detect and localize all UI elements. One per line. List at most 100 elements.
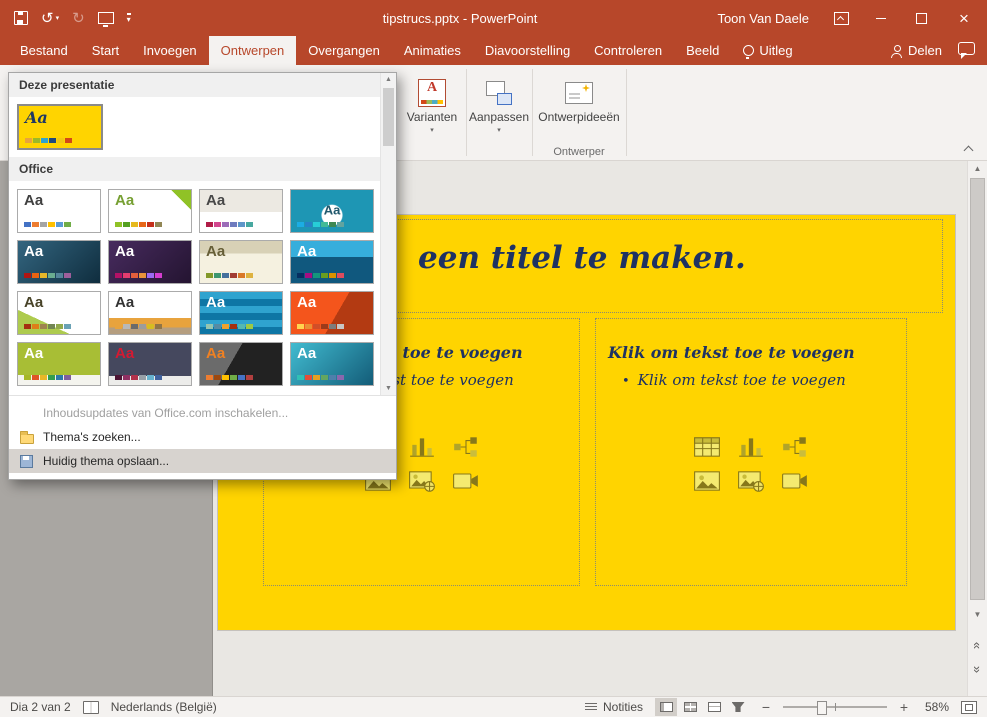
smartart-icon[interactable] xyxy=(452,435,480,459)
tab-uitleg[interactable]: Uitleg xyxy=(731,36,804,65)
scrollbar-thumb[interactable] xyxy=(970,178,985,600)
tab-controleren[interactable]: Controleren xyxy=(582,36,674,65)
menu-item-label: Huidig thema opslaan... xyxy=(43,454,170,468)
customize-qat-button[interactable]: ▾ xyxy=(123,11,135,26)
theme-thumbnail[interactable]: Aa xyxy=(108,342,192,386)
window-title: tipstrucs.pptx - PowerPoint xyxy=(382,10,538,26)
theme-thumbnail[interactable]: Aa xyxy=(17,342,101,386)
theme-thumbnail[interactable]: Aa xyxy=(290,240,374,284)
start-slideshow-button[interactable] xyxy=(94,10,118,27)
tab-label: Animaties xyxy=(403,43,461,58)
content-placeholder-right[interactable]: Klik om tekst toe te voegen • Klik om te… xyxy=(595,318,907,586)
theme-thumbnail[interactable]: Aa xyxy=(17,189,101,233)
account-name[interactable]: Toon Van Daele xyxy=(717,11,809,26)
slideshow-button[interactable] xyxy=(727,698,749,716)
zoom-out-button[interactable]: − xyxy=(761,700,771,714)
reading-view-button[interactable] xyxy=(703,698,725,716)
chart-icon[interactable] xyxy=(408,435,436,459)
zoom-slider[interactable] xyxy=(783,700,887,715)
tab-label: Invoegen xyxy=(143,43,197,58)
panel-scrollbar[interactable]: ▲ ▼ xyxy=(380,73,396,395)
ribbon-display-options-button[interactable] xyxy=(821,0,861,36)
collapse-ribbon-button[interactable] xyxy=(959,140,977,156)
tab-bestand[interactable]: Bestand xyxy=(8,36,80,65)
online-picture-icon[interactable] xyxy=(737,469,765,493)
scroll-up-icon[interactable]: ▲ xyxy=(968,164,987,173)
person-icon xyxy=(890,44,902,58)
variants-icon: A xyxy=(418,79,446,107)
theme-color-swatches xyxy=(115,324,162,329)
comment-bubble-icon xyxy=(958,41,975,59)
scroll-down-icon[interactable]: ▼ xyxy=(381,385,396,392)
menu-item-content-updates[interactable]: Inhoudsupdates van Office.com inschakele… xyxy=(9,401,396,425)
scroll-up-icon[interactable]: ▲ xyxy=(381,76,396,83)
current-theme-container: Aa xyxy=(9,97,381,157)
language-indicator[interactable]: Nederlands (België) xyxy=(111,700,217,714)
zoom-in-button[interactable]: + xyxy=(899,700,909,714)
design-ideas-button[interactable]: Ontwerpideeën xyxy=(536,70,622,155)
theme-thumbnail[interactable]: Aa xyxy=(108,291,192,335)
tab-animaties[interactable]: Animaties xyxy=(392,36,473,65)
customize-button[interactable]: Aanpassen ▾ xyxy=(469,70,529,155)
tab-ontwerpen[interactable]: Ontwerpen xyxy=(208,36,297,65)
zoom-percent[interactable]: 58% xyxy=(921,700,949,714)
theme-thumbnail[interactable]: Aa xyxy=(108,189,192,233)
video-icon[interactable] xyxy=(781,469,809,493)
bullet-text: Klik om tekst toe te voegen xyxy=(637,371,846,389)
theme-thumbnail[interactable]: Aa xyxy=(199,291,283,335)
tab-overgangen[interactable]: Overgangen xyxy=(296,36,392,65)
tab-invoegen[interactable]: Invoegen xyxy=(131,36,209,65)
theme-thumbnail[interactable]: Aa xyxy=(17,104,103,150)
comments-button[interactable] xyxy=(958,41,975,60)
normal-view-button[interactable] xyxy=(655,698,677,716)
previous-slide-button[interactable]: « xyxy=(968,637,987,655)
theme-thumbnail[interactable]: Aa xyxy=(290,189,374,233)
slideshow-monitor-icon xyxy=(97,12,114,27)
theme-thumbnail[interactable]: Aa xyxy=(199,342,283,386)
share-button[interactable]: Delen xyxy=(890,43,942,58)
menu-item-save-current-theme[interactable]: Huidig thema opslaan... xyxy=(9,449,396,473)
close-button[interactable]: × xyxy=(941,0,987,36)
vertical-scrollbar[interactable]: ▲ ▼ « » xyxy=(967,160,987,697)
spell-check-icon[interactable] xyxy=(82,700,99,714)
table-icon[interactable] xyxy=(693,435,721,459)
slide-indicator[interactable]: Dia 2 van 2 xyxy=(10,700,71,714)
placeholder-prompt: Klik om tekst toe te voegen xyxy=(608,343,855,362)
theme-thumbnail[interactable]: Aa xyxy=(199,240,283,284)
tab-diavoorstelling[interactable]: Diavoorstelling xyxy=(473,36,582,65)
minimize-button[interactable] xyxy=(861,0,901,36)
tab-strip: Bestand Start Invoegen Ontwerpen Overgangen A… xyxy=(0,36,805,65)
zoom-slider-thumb[interactable] xyxy=(817,701,827,715)
video-icon[interactable] xyxy=(452,469,480,493)
theme-color-swatches xyxy=(297,222,344,227)
slide-sorter-button[interactable] xyxy=(679,698,701,716)
menu-item-browse-themes[interactable]: Thema's zoeken... xyxy=(9,425,396,449)
theme-thumbnail[interactable]: Aa xyxy=(290,342,374,386)
theme-thumbnail[interactable]: Aa xyxy=(17,240,101,284)
theme-thumbnail[interactable]: Aa xyxy=(17,291,101,335)
theme-thumbnail[interactable]: Aa xyxy=(290,291,374,335)
close-icon: × xyxy=(959,8,969,28)
picture-icon[interactable] xyxy=(693,469,721,493)
undo-button[interactable]: ↺ ▾ xyxy=(37,9,63,28)
save-button[interactable] xyxy=(10,9,32,27)
theme-thumbnail[interactable]: Aa xyxy=(199,189,283,233)
online-picture-icon[interactable] xyxy=(408,469,436,493)
next-slide-button[interactable]: » xyxy=(968,661,987,679)
smartart-icon[interactable] xyxy=(781,435,809,459)
maximize-button[interactable] xyxy=(901,0,941,36)
redo-button[interactable]: ↻ xyxy=(68,9,89,28)
tab-beeld[interactable]: Beeld xyxy=(674,36,731,65)
scroll-down-icon[interactable]: ▼ xyxy=(968,610,987,619)
tab-start[interactable]: Start xyxy=(80,36,131,65)
normal-view-icon xyxy=(659,702,673,712)
tab-label: Uitleg xyxy=(759,43,793,58)
variants-button[interactable]: A Varianten ▾ xyxy=(404,70,460,155)
theme-color-swatches xyxy=(206,375,253,380)
chart-icon[interactable] xyxy=(737,435,765,459)
theme-thumbnail[interactable]: Aa xyxy=(108,240,192,284)
variants-label: Varianten xyxy=(406,110,458,124)
notes-button[interactable]: Notities xyxy=(584,700,643,714)
panel-scrollbar-thumb[interactable] xyxy=(383,88,394,146)
fit-slide-button[interactable] xyxy=(961,700,977,714)
